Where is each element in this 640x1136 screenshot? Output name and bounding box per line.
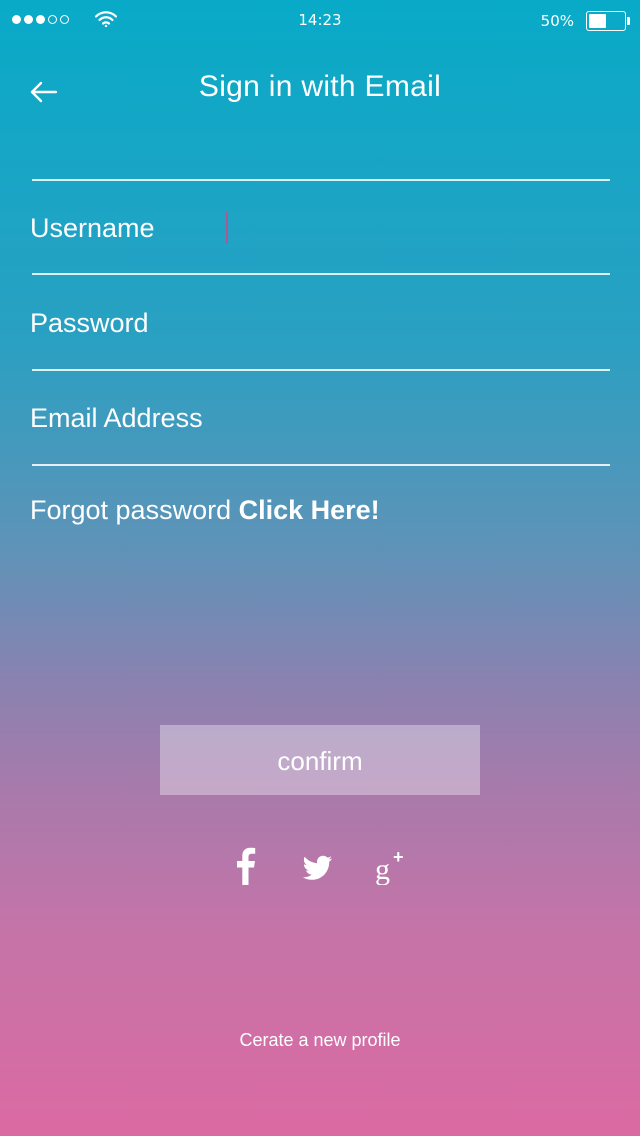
username-field[interactable]: Username xyxy=(30,198,610,258)
svg-text:+: + xyxy=(393,847,404,867)
page-title: Sign in with Email xyxy=(198,70,442,103)
email-label: Email Address xyxy=(30,403,203,433)
social-login-row: g + xyxy=(0,845,640,885)
confirm-button[interactable]: confirm xyxy=(160,725,480,795)
create-profile-link[interactable]: Cerate a new profile xyxy=(0,1030,640,1051)
divider xyxy=(32,369,610,371)
divider xyxy=(32,464,610,466)
divider xyxy=(32,179,610,181)
forgot-password-link[interactable]: Click Here! xyxy=(239,495,380,525)
google-plus-icon[interactable]: g + xyxy=(373,845,409,885)
battery-percentage: 50% xyxy=(540,12,574,30)
status-bar: 14:23 50% xyxy=(0,0,640,40)
username-label: Username xyxy=(30,213,155,243)
text-caret xyxy=(226,212,228,244)
twitter-icon[interactable] xyxy=(302,845,334,885)
email-field[interactable]: Email Address xyxy=(30,388,610,448)
forgot-password-row: Forgot password Click Here! xyxy=(30,495,380,526)
battery-icon xyxy=(586,11,630,31)
forgot-password-text: Forgot password xyxy=(30,495,232,525)
svg-text:g: g xyxy=(375,853,390,885)
divider xyxy=(32,273,610,275)
password-field[interactable]: Password xyxy=(30,293,610,353)
sign-in-screen: 14:23 50% Sign in with Email Username Pa… xyxy=(0,0,640,1136)
facebook-icon[interactable] xyxy=(233,845,257,885)
password-label: Password xyxy=(30,308,149,338)
